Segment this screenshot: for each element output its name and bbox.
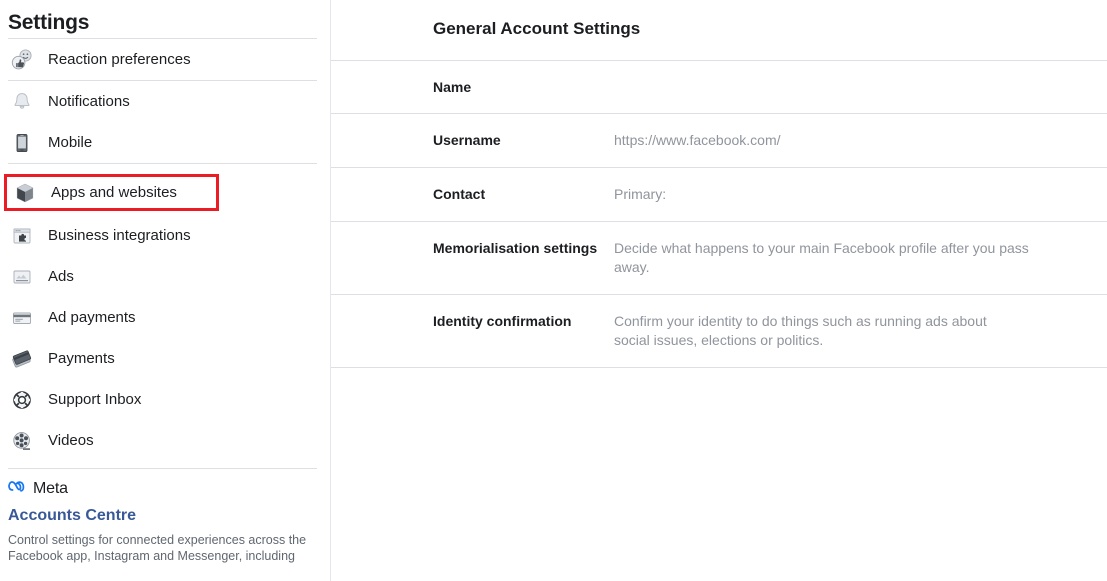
row-value: Primary: (614, 186, 667, 202)
settings-sidebar: Settings Reaction preferences Notificati… (0, 0, 331, 581)
meta-accounts-centre-block: Meta Accounts Centre Control settings fo… (0, 469, 330, 564)
credit-card-icon (8, 304, 36, 332)
row-value: Decide what happens to your main Faceboo… (614, 240, 1029, 275)
sidebar-item-reaction-preferences[interactable]: Reaction preferences (0, 39, 330, 80)
sidebar-item-label: Ads (48, 267, 74, 285)
content-title: General Account Settings (433, 19, 641, 38)
sidebar-item-label: Videos (48, 431, 94, 449)
row-value: Confirm your identity to do things such … (614, 313, 987, 348)
row-label: Contact (433, 186, 486, 202)
sidebar-item-ad-payments[interactable]: Ad payments (0, 297, 330, 338)
sidebar-item-label: Payments (48, 349, 115, 367)
settings-rows: Name Username https://www.facebook.com/ … (331, 60, 1107, 368)
meta-infinity-logo (8, 479, 28, 498)
sidebar-item-label: Ad payments (48, 308, 136, 326)
mobile-phone-icon (8, 129, 36, 157)
payment-cards-icon (8, 345, 36, 373)
sidebar-item-support-inbox[interactable]: Support Inbox (0, 379, 330, 420)
rows-bottom-divider (331, 367, 1107, 368)
ads-card-icon (8, 263, 36, 291)
sidebar-item-label: Business integrations (48, 226, 191, 244)
sidebar-item-label: Apps and websites (51, 183, 177, 201)
life-ring-icon (8, 386, 36, 414)
sidebar-item-business-integrations[interactable]: Business integrations (0, 215, 330, 256)
sidebar-item-label: Mobile (48, 133, 93, 151)
main-content: General Account Settings Name Username h… (331, 0, 1107, 581)
row-value: https://www.facebook.com/ (614, 132, 781, 148)
row-label: Memorialisation settings (433, 240, 598, 256)
page-title: Settings (8, 11, 90, 34)
settings-row-contact[interactable]: Contact Primary: (331, 167, 1107, 221)
settings-row-memorialisation-settings[interactable]: Memorialisation settings Decide what hap… (331, 221, 1107, 294)
cube-icon (11, 179, 39, 207)
settings-row-name[interactable]: Name (331, 60, 1107, 113)
sidebar-item-label: Notifications (48, 92, 130, 110)
settings-row-username[interactable]: Username https://www.facebook.com/ (331, 113, 1107, 167)
puzzle-browser-icon (8, 222, 36, 250)
row-label: Identity confirmation (433, 313, 572, 329)
sidebar-item-mobile[interactable]: Mobile (0, 122, 330, 163)
meta-wordmark: Meta (33, 479, 68, 497)
bell-icon (8, 88, 36, 116)
row-label: Username (433, 132, 501, 148)
reaction-icon (8, 46, 36, 74)
settings-row-identity-confirmation[interactable]: Identity confirmation Confirm your ident… (331, 294, 1107, 367)
accounts-centre-description: Control settings for connected experienc… (8, 533, 307, 563)
accounts-centre-link[interactable]: Accounts Centre (8, 505, 322, 527)
settings-page: Settings Reaction preferences Notificati… (0, 0, 1107, 581)
sidebar-item-label: Support Inbox (48, 390, 142, 408)
sidebar-item-notifications[interactable]: Notifications (0, 81, 330, 122)
film-reel-icon (8, 427, 36, 455)
sidebar-item-ads[interactable]: Ads (0, 256, 330, 297)
sidebar-item-apps-and-websites[interactable]: Apps and websites (4, 174, 219, 211)
sidebar-item-label: Reaction preferences (48, 50, 191, 68)
meta-brand: Meta (8, 479, 322, 498)
sidebar-item-videos[interactable]: Videos (0, 420, 330, 461)
row-label: Name (433, 79, 472, 95)
sidebar-item-payments[interactable]: Payments (0, 338, 330, 379)
